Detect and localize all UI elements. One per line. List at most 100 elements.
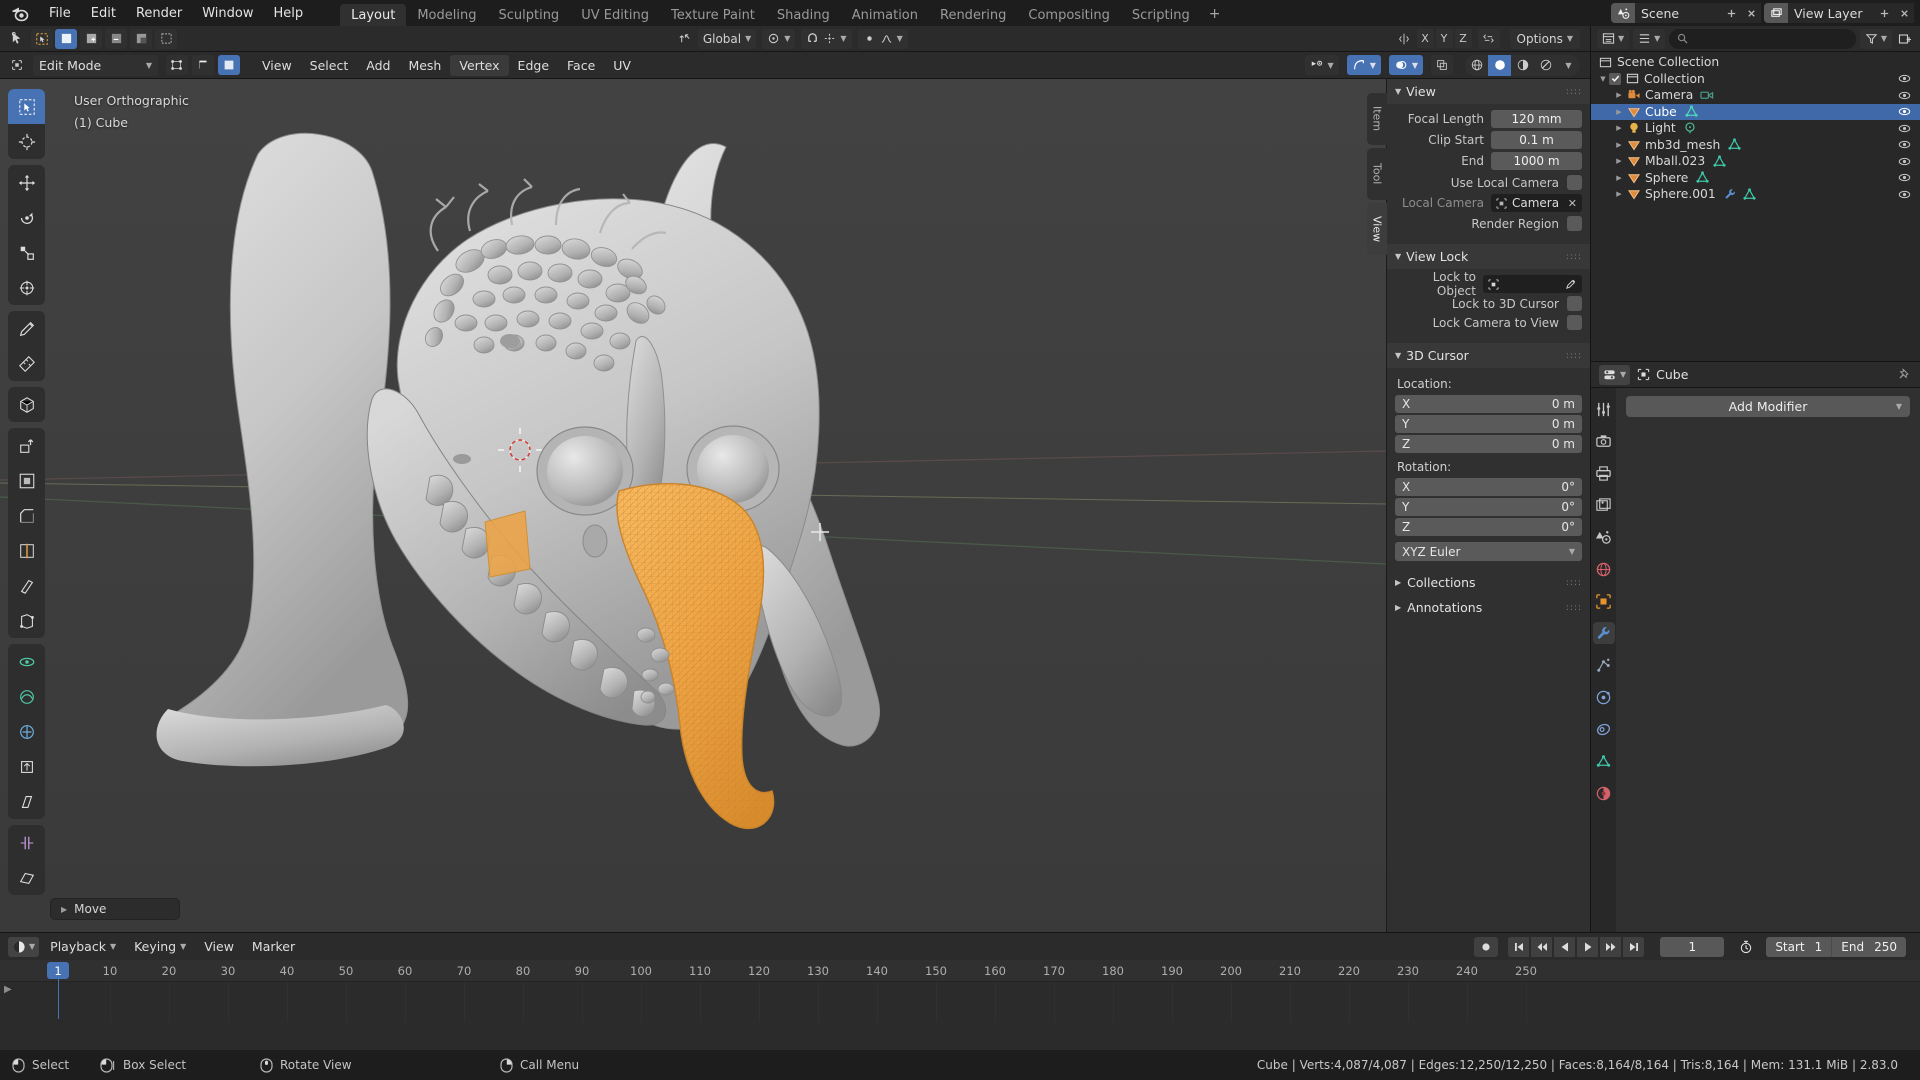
cursor-rotation-x[interactable]: X 0° bbox=[1395, 478, 1582, 496]
expand-triangle-icon[interactable]: ▶ bbox=[1613, 141, 1625, 149]
inset-faces-icon[interactable] bbox=[8, 463, 45, 498]
tab-texture-paint[interactable]: Texture Paint bbox=[660, 4, 766, 28]
editor-type-icon[interactable] bbox=[6, 55, 28, 75]
table-row[interactable]: ▼ Collection bbox=[1591, 71, 1920, 88]
expand-triangle-icon[interactable]: ▶ bbox=[1613, 91, 1625, 99]
active-tool-icon[interactable] bbox=[6, 29, 29, 49]
transform-orientation-dropdown[interactable]: Global ▼ bbox=[697, 28, 757, 49]
cursor-location-y[interactable]: Y 0 m bbox=[1395, 415, 1582, 433]
outliner-search-input[interactable] bbox=[1669, 28, 1856, 49]
expand-triangle-icon[interactable]: ▶ bbox=[1613, 157, 1625, 165]
spin-icon[interactable] bbox=[8, 644, 45, 679]
expand-triangle-icon[interactable]: ▼ bbox=[1597, 75, 1609, 83]
menu-edge[interactable]: Edge bbox=[509, 55, 558, 76]
xray-icon[interactable] bbox=[1431, 55, 1453, 75]
clip-start-field[interactable]: 0.1 m bbox=[1491, 131, 1582, 149]
tab-animation[interactable]: Animation bbox=[841, 4, 929, 28]
tweak-tool-button[interactable] bbox=[31, 28, 53, 49]
properties-tab-world[interactable] bbox=[1593, 558, 1615, 580]
eye-icon[interactable] bbox=[1896, 171, 1912, 184]
proportional-edit-icon[interactable] bbox=[863, 32, 876, 45]
mesh-data-icon[interactable] bbox=[1742, 187, 1757, 202]
rotate-icon[interactable] bbox=[8, 200, 45, 235]
outliner-filter-button[interactable]: ▼ bbox=[1859, 28, 1892, 49]
properties-tab-material[interactable] bbox=[1593, 782, 1615, 804]
tab-sculpting[interactable]: Sculpting bbox=[487, 4, 570, 28]
eye-icon[interactable] bbox=[1896, 138, 1912, 151]
next-keyframe-icon[interactable] bbox=[1600, 936, 1622, 957]
tab-rendering[interactable]: Rendering bbox=[929, 4, 1017, 28]
select-set-button[interactable] bbox=[55, 28, 77, 49]
lock-to-object-field[interactable] bbox=[1483, 275, 1582, 293]
annotate-icon[interactable] bbox=[8, 311, 45, 346]
select-subtract-button[interactable] bbox=[105, 28, 127, 49]
pivot-point-dropdown[interactable]: ▼ bbox=[762, 28, 796, 49]
eye-icon[interactable] bbox=[1896, 105, 1912, 118]
unlink-scene-button[interactable] bbox=[1741, 3, 1761, 23]
timeline-body[interactable]: ▶ bbox=[0, 979, 1920, 1022]
mesh-data-icon[interactable] bbox=[1695, 170, 1710, 185]
tab-compositing[interactable]: Compositing bbox=[1017, 4, 1121, 28]
scale-icon[interactable] bbox=[8, 235, 45, 270]
blender-logo-icon[interactable] bbox=[10, 3, 30, 23]
outliner-editor-type-button[interactable]: ▼ bbox=[1597, 28, 1630, 49]
vertex-select-icon[interactable] bbox=[166, 55, 188, 75]
poly-extrude-icon[interactable] bbox=[8, 860, 45, 895]
lock-camera-to-view-checkbox[interactable] bbox=[1567, 315, 1582, 330]
properties-tab-scene[interactable] bbox=[1593, 526, 1615, 548]
table-row[interactable]: ▶ Sphere bbox=[1591, 170, 1920, 187]
use-local-camera-checkbox[interactable] bbox=[1567, 175, 1582, 190]
transform-icon[interactable] bbox=[8, 270, 45, 305]
properties-tab-physics[interactable] bbox=[1593, 686, 1615, 708]
timeline-ruler[interactable]: 10 20 30 40 50 60 70 80 90 100 110 120 1… bbox=[0, 960, 1920, 982]
add-cube-icon[interactable] bbox=[8, 387, 45, 422]
table-row[interactable]: ▶ Sphere.001 bbox=[1591, 186, 1920, 203]
eyedropper-icon[interactable] bbox=[1565, 278, 1577, 290]
timeline-marker-menu[interactable]: Marker bbox=[245, 936, 302, 957]
expand-triangle-icon[interactable]: ▶ bbox=[1613, 190, 1625, 198]
properties-tab-view-layer[interactable] bbox=[1593, 494, 1615, 516]
measure-icon[interactable] bbox=[8, 346, 45, 381]
drag-handle-icon[interactable]: :::: bbox=[1566, 351, 1582, 361]
sidebar-tab-tool[interactable]: Tool bbox=[1367, 148, 1387, 200]
gizmo-dropdown[interactable]: ▼ bbox=[1346, 55, 1381, 75]
eye-icon[interactable] bbox=[1896, 122, 1912, 135]
expand-triangle-icon[interactable]: ▶ bbox=[1613, 108, 1625, 116]
outliner-row-scene-collection[interactable]: Scene Collection bbox=[1591, 54, 1920, 71]
timeline-editor-type-button[interactable]: ▼ bbox=[8, 936, 40, 957]
cursor-rotation-z[interactable]: Z 0° bbox=[1395, 518, 1582, 536]
properties-tab-tool[interactable] bbox=[1593, 398, 1615, 420]
material-preview-icon[interactable] bbox=[1511, 55, 1534, 76]
table-row[interactable]: ▶ mb3d_mesh bbox=[1591, 137, 1920, 154]
table-row[interactable]: ▶ Cube bbox=[1591, 103, 1920, 120]
menu-view[interactable]: View bbox=[253, 55, 301, 76]
drag-handle-icon[interactable]: :::: bbox=[1566, 252, 1582, 262]
rotation-mode-dropdown[interactable]: XYZ Euler ▼ bbox=[1395, 542, 1582, 561]
menu-add[interactable]: Add bbox=[357, 55, 399, 76]
menu-select[interactable]: Select bbox=[301, 55, 358, 76]
operator-panel[interactable]: ▶ Move bbox=[50, 898, 180, 920]
modifier-icon[interactable] bbox=[1723, 187, 1737, 201]
move-icon[interactable] bbox=[8, 165, 45, 200]
expand-triangle-icon[interactable]: ▶ bbox=[1613, 124, 1625, 132]
playback-menu[interactable]: Playback ▼ bbox=[43, 936, 123, 957]
eye-icon[interactable] bbox=[1896, 155, 1912, 168]
mirror-y-button[interactable]: Y bbox=[1435, 29, 1453, 48]
menu-help[interactable]: Help bbox=[265, 3, 313, 24]
local-camera-field[interactable]: Camera ✕ bbox=[1491, 194, 1582, 212]
end-frame-field[interactable]: End 250 bbox=[1831, 936, 1906, 957]
select-extend-button[interactable] bbox=[80, 28, 102, 49]
playhead[interactable]: 1 bbox=[47, 962, 69, 979]
section-header-collections[interactable]: ▶ Collections :::: bbox=[1387, 570, 1590, 595]
triangle-right-icon[interactable]: ▶ bbox=[4, 984, 12, 995]
focal-length-field[interactable]: 120 mm bbox=[1491, 110, 1582, 128]
menu-mesh[interactable]: Mesh bbox=[399, 55, 450, 76]
light-data-icon[interactable] bbox=[1683, 121, 1697, 135]
x-icon[interactable]: ✕ bbox=[1568, 197, 1577, 210]
tab-modeling[interactable]: Modeling bbox=[406, 4, 487, 28]
sidebar-tab-view[interactable]: View bbox=[1367, 203, 1387, 255]
record-icon[interactable] bbox=[1474, 936, 1499, 957]
overlays-dropdown[interactable]: ▼ bbox=[1388, 55, 1423, 75]
mirror-x-button[interactable]: X bbox=[1416, 29, 1434, 48]
drag-handle-icon[interactable]: :::: bbox=[1566, 87, 1582, 97]
